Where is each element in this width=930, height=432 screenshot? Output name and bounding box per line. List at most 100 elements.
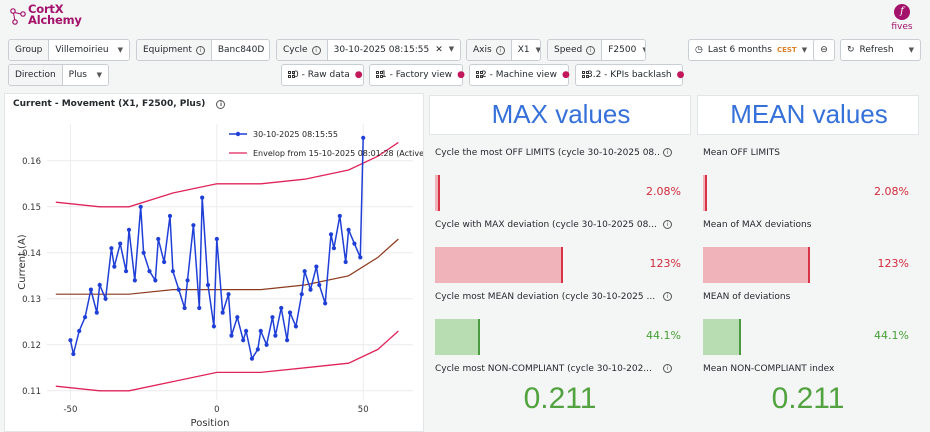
zoom-out-button[interactable]: ⊖ <box>813 39 835 61</box>
stat-value: 2.08% <box>646 185 681 198</box>
info-icon[interactable]: i <box>495 45 505 55</box>
data-point <box>293 324 298 329</box>
data-point <box>235 315 240 320</box>
equipment-label: Equipment <box>143 45 192 55</box>
data-point <box>141 250 146 255</box>
refresh-icon: ↻ <box>847 45 855 55</box>
data-point <box>346 227 351 232</box>
data-point <box>94 310 99 315</box>
info-icon[interactable]: i <box>663 292 672 301</box>
stat-bar <box>435 247 563 283</box>
envelope-lower-line <box>55 330 399 392</box>
data-point <box>170 269 176 274</box>
stat-value: 2.08% <box>874 185 909 198</box>
data-point <box>191 223 196 228</box>
data-point <box>273 333 278 338</box>
group-filter[interactable]: Group Villemoirieu ▼ <box>8 39 130 61</box>
stat-title: Cycle most NON-COMPLIANT (cycle 30-10-20… <box>435 364 652 374</box>
link-factory-view-label: 1 - Factory view <box>381 70 453 80</box>
legend-marker-cycle <box>235 131 241 137</box>
direction-filter[interactable]: Direction Plus ▼ <box>8 64 109 86</box>
data-point <box>302 269 307 274</box>
stat-title: Mean of MAX deviations <box>703 220 812 230</box>
data-point <box>103 296 108 301</box>
refresh-label: Refresh <box>859 45 894 55</box>
data-point <box>287 310 293 315</box>
cycle-filter[interactable]: Cycle i 30-10-2025 08:15:55 ✕ ▼ <box>276 39 461 61</box>
data-point <box>88 287 94 292</box>
fives-logo-text: fives <box>891 22 913 32</box>
info-icon[interactable]: i <box>311 45 321 55</box>
direction-value: Plus <box>68 70 87 80</box>
chart-panel: Current - Movement (X1, F2500, Plus) i 0… <box>4 93 424 432</box>
data-point <box>279 305 284 311</box>
stat-bar <box>435 175 440 211</box>
info-icon[interactable]: i <box>195 45 205 55</box>
stat-value: 44.1% <box>646 329 681 342</box>
stat-value: 123% <box>877 257 909 270</box>
info-icon[interactable]: i <box>663 364 672 373</box>
mean-stats-area: Mean OFF LIMITS 2.08% Mean of MAX deviatio… <box>697 140 919 432</box>
speed-filter[interactable]: Speedi F2500 ▼ <box>547 39 646 61</box>
y-tick-label: 0.13 <box>22 295 41 305</box>
data-point <box>314 264 319 269</box>
data-point <box>156 236 161 242</box>
stat-title: Mean OFF LIMITS <box>703 148 780 158</box>
clock-icon: ◷ <box>695 45 703 55</box>
group-value: Villemoirieu <box>55 45 109 55</box>
data-point <box>123 269 129 274</box>
stat-value: 44.1% <box>874 329 909 342</box>
data-point <box>331 246 337 251</box>
cycle-label: Cycle <box>283 45 308 55</box>
data-point <box>132 278 137 283</box>
data-point <box>167 213 173 219</box>
speed-value: F2500 <box>608 45 637 55</box>
data-point <box>77 328 82 334</box>
brand-line2: Alchemy <box>28 13 82 27</box>
data-point <box>352 241 357 246</box>
data-point <box>197 305 202 311</box>
data-point <box>112 264 117 269</box>
equipment-filter[interactable]: Equipmenti Banc840D▼ <box>136 39 270 61</box>
data-point <box>153 278 158 283</box>
data-point <box>182 305 187 311</box>
data-point <box>299 292 304 297</box>
brain-icon: ● <box>457 70 466 80</box>
data-point <box>244 328 249 334</box>
data-point <box>211 324 216 329</box>
data-point <box>323 301 328 306</box>
clear-icon[interactable]: ✕ <box>435 45 443 55</box>
data-point <box>185 278 190 283</box>
info-icon[interactable]: i <box>663 220 672 229</box>
axis-filter[interactable]: Axis i X1 ▼ <box>466 39 541 61</box>
current-movement-chart[interactable]: 0.110.120.130.140.150.16-50 0 50PositionCu… <box>5 114 423 432</box>
data-point <box>220 310 225 315</box>
link-kpis-backlash[interactable]: 3.2 - KPIs backlash ● <box>575 64 684 86</box>
zoom-out-icon: ⊖ <box>820 45 828 55</box>
stat-title: Cycle with MAX deviation (cycle 30-10-20… <box>435 220 657 230</box>
link-factory-view[interactable]: 1 - Factory view ● <box>369 64 466 86</box>
mean-values-header-panel: MEAN values <box>697 95 919 135</box>
link-machine-view-label: 2 - Machine view <box>481 70 557 80</box>
refresh-button[interactable]: ↻ Refresh ▼ <box>840 39 921 61</box>
cortx-logo[interactable]: CortX Alchemy <box>8 3 118 34</box>
data-point <box>255 347 260 352</box>
max-values-title: MAX values <box>491 99 631 129</box>
axis-label: Axis <box>473 45 492 55</box>
x-tick-label: -50 <box>63 405 77 415</box>
data-point <box>205 282 211 288</box>
info-icon[interactable]: i <box>216 100 226 109</box>
data-point <box>176 287 181 292</box>
link-raw-data[interactable]: 0 - Raw data ● <box>281 64 364 86</box>
stat-bar <box>435 319 480 355</box>
data-point <box>97 282 102 288</box>
data-point <box>358 255 363 260</box>
x-tick-label: 0 <box>214 405 219 415</box>
stat-title: MEAN of deviations <box>703 292 791 302</box>
y-tick-label: 0.12 <box>22 341 41 351</box>
brain-icon: ● <box>561 70 570 80</box>
link-machine-view[interactable]: 2 - Machine view ● <box>469 64 570 86</box>
info-icon[interactable]: i <box>586 45 596 55</box>
info-icon[interactable]: i <box>663 148 672 157</box>
data-point <box>241 338 246 343</box>
